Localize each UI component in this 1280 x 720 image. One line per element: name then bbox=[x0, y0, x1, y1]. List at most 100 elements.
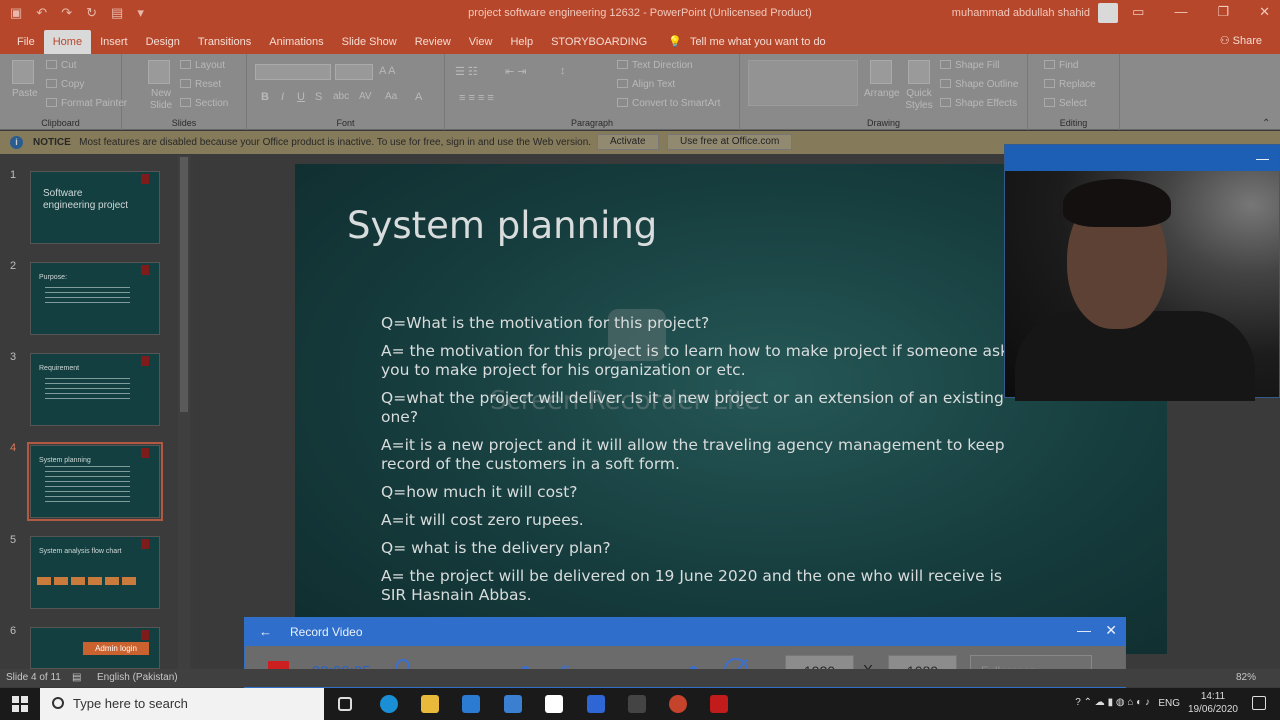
powerpoint-icon[interactable] bbox=[669, 695, 687, 713]
slide-body[interactable]: Q=What is the motivation for this projec… bbox=[381, 314, 1021, 614]
tab-animations[interactable]: Animations bbox=[260, 30, 332, 54]
strikethrough-icon[interactable]: abc bbox=[333, 91, 349, 102]
tray-icons[interactable]: ? ⌃ ☁ ▮ ◍ ⌂ ◐ ♪ bbox=[1075, 697, 1150, 708]
tab-design[interactable]: Design bbox=[137, 30, 189, 54]
shadow-icon[interactable]: S bbox=[315, 91, 322, 103]
select-button[interactable]: Select bbox=[1044, 98, 1087, 109]
slide-thumbnail-4[interactable]: System planning bbox=[27, 442, 163, 521]
italic-icon[interactable]: I bbox=[281, 91, 284, 103]
replace-button[interactable]: Replace bbox=[1044, 79, 1096, 90]
use-free-button[interactable]: Use free at Office.com bbox=[667, 134, 793, 150]
close-icon[interactable]: ✕ bbox=[1259, 4, 1270, 20]
edge-icon[interactable] bbox=[380, 695, 398, 713]
clipboard-label: Clipboard bbox=[41, 118, 80, 128]
tab-slide-show[interactable]: Slide Show bbox=[333, 30, 406, 54]
webcam-titlebar[interactable]: — bbox=[1005, 145, 1279, 171]
cut-button[interactable]: Cut bbox=[46, 60, 77, 71]
font-color-icon[interactable]: A bbox=[415, 91, 422, 103]
taskbar-search-box[interactable]: Type here to search bbox=[40, 688, 324, 720]
webcam-minimize-icon[interactable]: — bbox=[1256, 151, 1269, 166]
amazon-icon[interactable] bbox=[545, 695, 563, 713]
bullets-icon[interactable]: ☰ ☷ bbox=[455, 65, 478, 78]
screen-recorder-icon[interactable] bbox=[710, 695, 728, 713]
language-status[interactable]: English (Pakistan) bbox=[97, 672, 178, 683]
new-slide-button[interactable]: New Slide bbox=[146, 88, 176, 112]
store-icon[interactable] bbox=[504, 695, 522, 713]
dropbox-icon[interactable] bbox=[587, 695, 605, 713]
minimize-icon[interactable]: — bbox=[1174, 4, 1187, 20]
tab-home[interactable]: Home bbox=[43, 30, 92, 54]
tab-help[interactable]: Help bbox=[501, 30, 542, 54]
notification-icon[interactable] bbox=[1252, 696, 1266, 710]
file-explorer-icon[interactable] bbox=[421, 695, 439, 713]
indent-icon[interactable]: ⇤ ⇥ bbox=[505, 65, 527, 78]
paste-button[interactable]: Paste bbox=[12, 88, 38, 99]
section-button[interactable]: Section bbox=[180, 98, 228, 109]
quick-styles-button[interactable]: Quick Styles bbox=[904, 88, 934, 112]
thumb-number: 1 bbox=[10, 169, 17, 181]
share-button[interactable]: ⚇ Share bbox=[1220, 34, 1262, 47]
tab-file[interactable]: File bbox=[8, 30, 44, 54]
windows-start-icon[interactable] bbox=[12, 696, 28, 712]
slide-thumbnails-pane: 1 Software engineering project 2 Purpose… bbox=[0, 155, 193, 669]
shape-effects-button[interactable]: Shape Effects bbox=[940, 98, 1017, 109]
shapes-gallery[interactable] bbox=[748, 60, 858, 106]
align-icons[interactable]: ≡ ≡ ≡ ≡ bbox=[459, 92, 494, 104]
spacing-icon[interactable]: AV bbox=[359, 91, 372, 102]
restore-icon[interactable]: ❐ bbox=[1217, 4, 1229, 20]
bold-icon[interactable]: B bbox=[261, 91, 269, 103]
ribbon-display-icon[interactable]: ▭ bbox=[1132, 4, 1144, 20]
mail-icon[interactable] bbox=[462, 695, 480, 713]
avatar[interactable] bbox=[1098, 3, 1118, 23]
font-size-combo[interactable] bbox=[335, 64, 373, 80]
slide-thumbnail-3[interactable]: Requirement bbox=[30, 353, 160, 426]
activate-button[interactable]: Activate bbox=[597, 134, 659, 150]
new-slide-icon[interactable] bbox=[148, 60, 170, 84]
underline-icon[interactable]: U bbox=[297, 91, 305, 103]
slide-title[interactable]: System planning bbox=[347, 204, 657, 247]
arrange-icon[interactable] bbox=[870, 60, 892, 84]
shape-fill-button[interactable]: Shape Fill bbox=[940, 60, 999, 71]
tab-view[interactable]: View bbox=[460, 30, 502, 54]
input-language[interactable]: ENG bbox=[1158, 698, 1180, 709]
tab-storyboarding[interactable]: STORYBOARDING bbox=[542, 30, 656, 54]
copy-label: Copy bbox=[61, 79, 85, 90]
layout-button[interactable]: Layout bbox=[180, 60, 225, 71]
slide-thumbnail-1[interactable]: Software engineering project bbox=[30, 171, 160, 244]
slide-thumbnail-2[interactable]: Purpose: bbox=[30, 262, 160, 335]
zoom-level[interactable]: 82% bbox=[1236, 672, 1256, 683]
align-text-button[interactable]: Align Text bbox=[617, 79, 675, 90]
line-spacing-icon[interactable]: ↕ bbox=[560, 65, 566, 77]
slide-thumbnail-6[interactable]: Admin login bbox=[30, 627, 160, 669]
webcam-overlay[interactable]: — bbox=[1004, 144, 1280, 401]
text-direction-button[interactable]: Text Direction bbox=[617, 60, 693, 71]
reset-button[interactable]: Reset bbox=[180, 79, 221, 90]
app-icon[interactable] bbox=[628, 695, 646, 713]
shape-outline-button[interactable]: Shape Outline bbox=[940, 79, 1018, 90]
collapse-ribbon-icon[interactable]: ⌃ bbox=[1262, 118, 1270, 129]
tab-insert[interactable]: Insert bbox=[91, 30, 137, 54]
tab-review[interactable]: Review bbox=[406, 30, 460, 54]
task-view-icon[interactable] bbox=[338, 697, 352, 711]
tell-me-box[interactable]: 💡 Tell me what you want to do bbox=[656, 30, 825, 54]
font-name-combo[interactable] bbox=[255, 64, 331, 80]
user-name[interactable]: muhammad abdullah shahid bbox=[952, 7, 1090, 19]
grow-font-icon[interactable]: A A bbox=[379, 65, 396, 77]
case-icon[interactable]: Aa bbox=[385, 91, 397, 102]
recorder-close-icon[interactable]: ✕ bbox=[1105, 622, 1117, 639]
tab-transitions[interactable]: Transitions bbox=[189, 30, 260, 54]
scroll-thumb[interactable] bbox=[180, 157, 188, 412]
format-painter-button[interactable]: Format Painter bbox=[46, 98, 127, 109]
thumbnails-scrollbar[interactable] bbox=[178, 155, 190, 669]
smartart-button[interactable]: Convert to SmartArt bbox=[617, 98, 720, 109]
spellcheck-icon[interactable]: ▤ bbox=[72, 672, 81, 683]
clock[interactable]: 14:11 19/06/2020 bbox=[1188, 690, 1238, 716]
find-button[interactable]: Find bbox=[1044, 60, 1078, 71]
recorder-minimize-icon[interactable]: — bbox=[1077, 622, 1091, 638]
back-arrow-icon[interactable]: ← bbox=[259, 624, 272, 639]
paste-icon[interactable] bbox=[12, 60, 34, 84]
quick-styles-icon[interactable] bbox=[908, 60, 930, 84]
slide-thumbnail-5[interactable]: System analysis flow chart bbox=[30, 536, 160, 609]
copy-button[interactable]: Copy bbox=[46, 79, 84, 90]
arrange-button[interactable]: Arrange bbox=[864, 88, 900, 99]
